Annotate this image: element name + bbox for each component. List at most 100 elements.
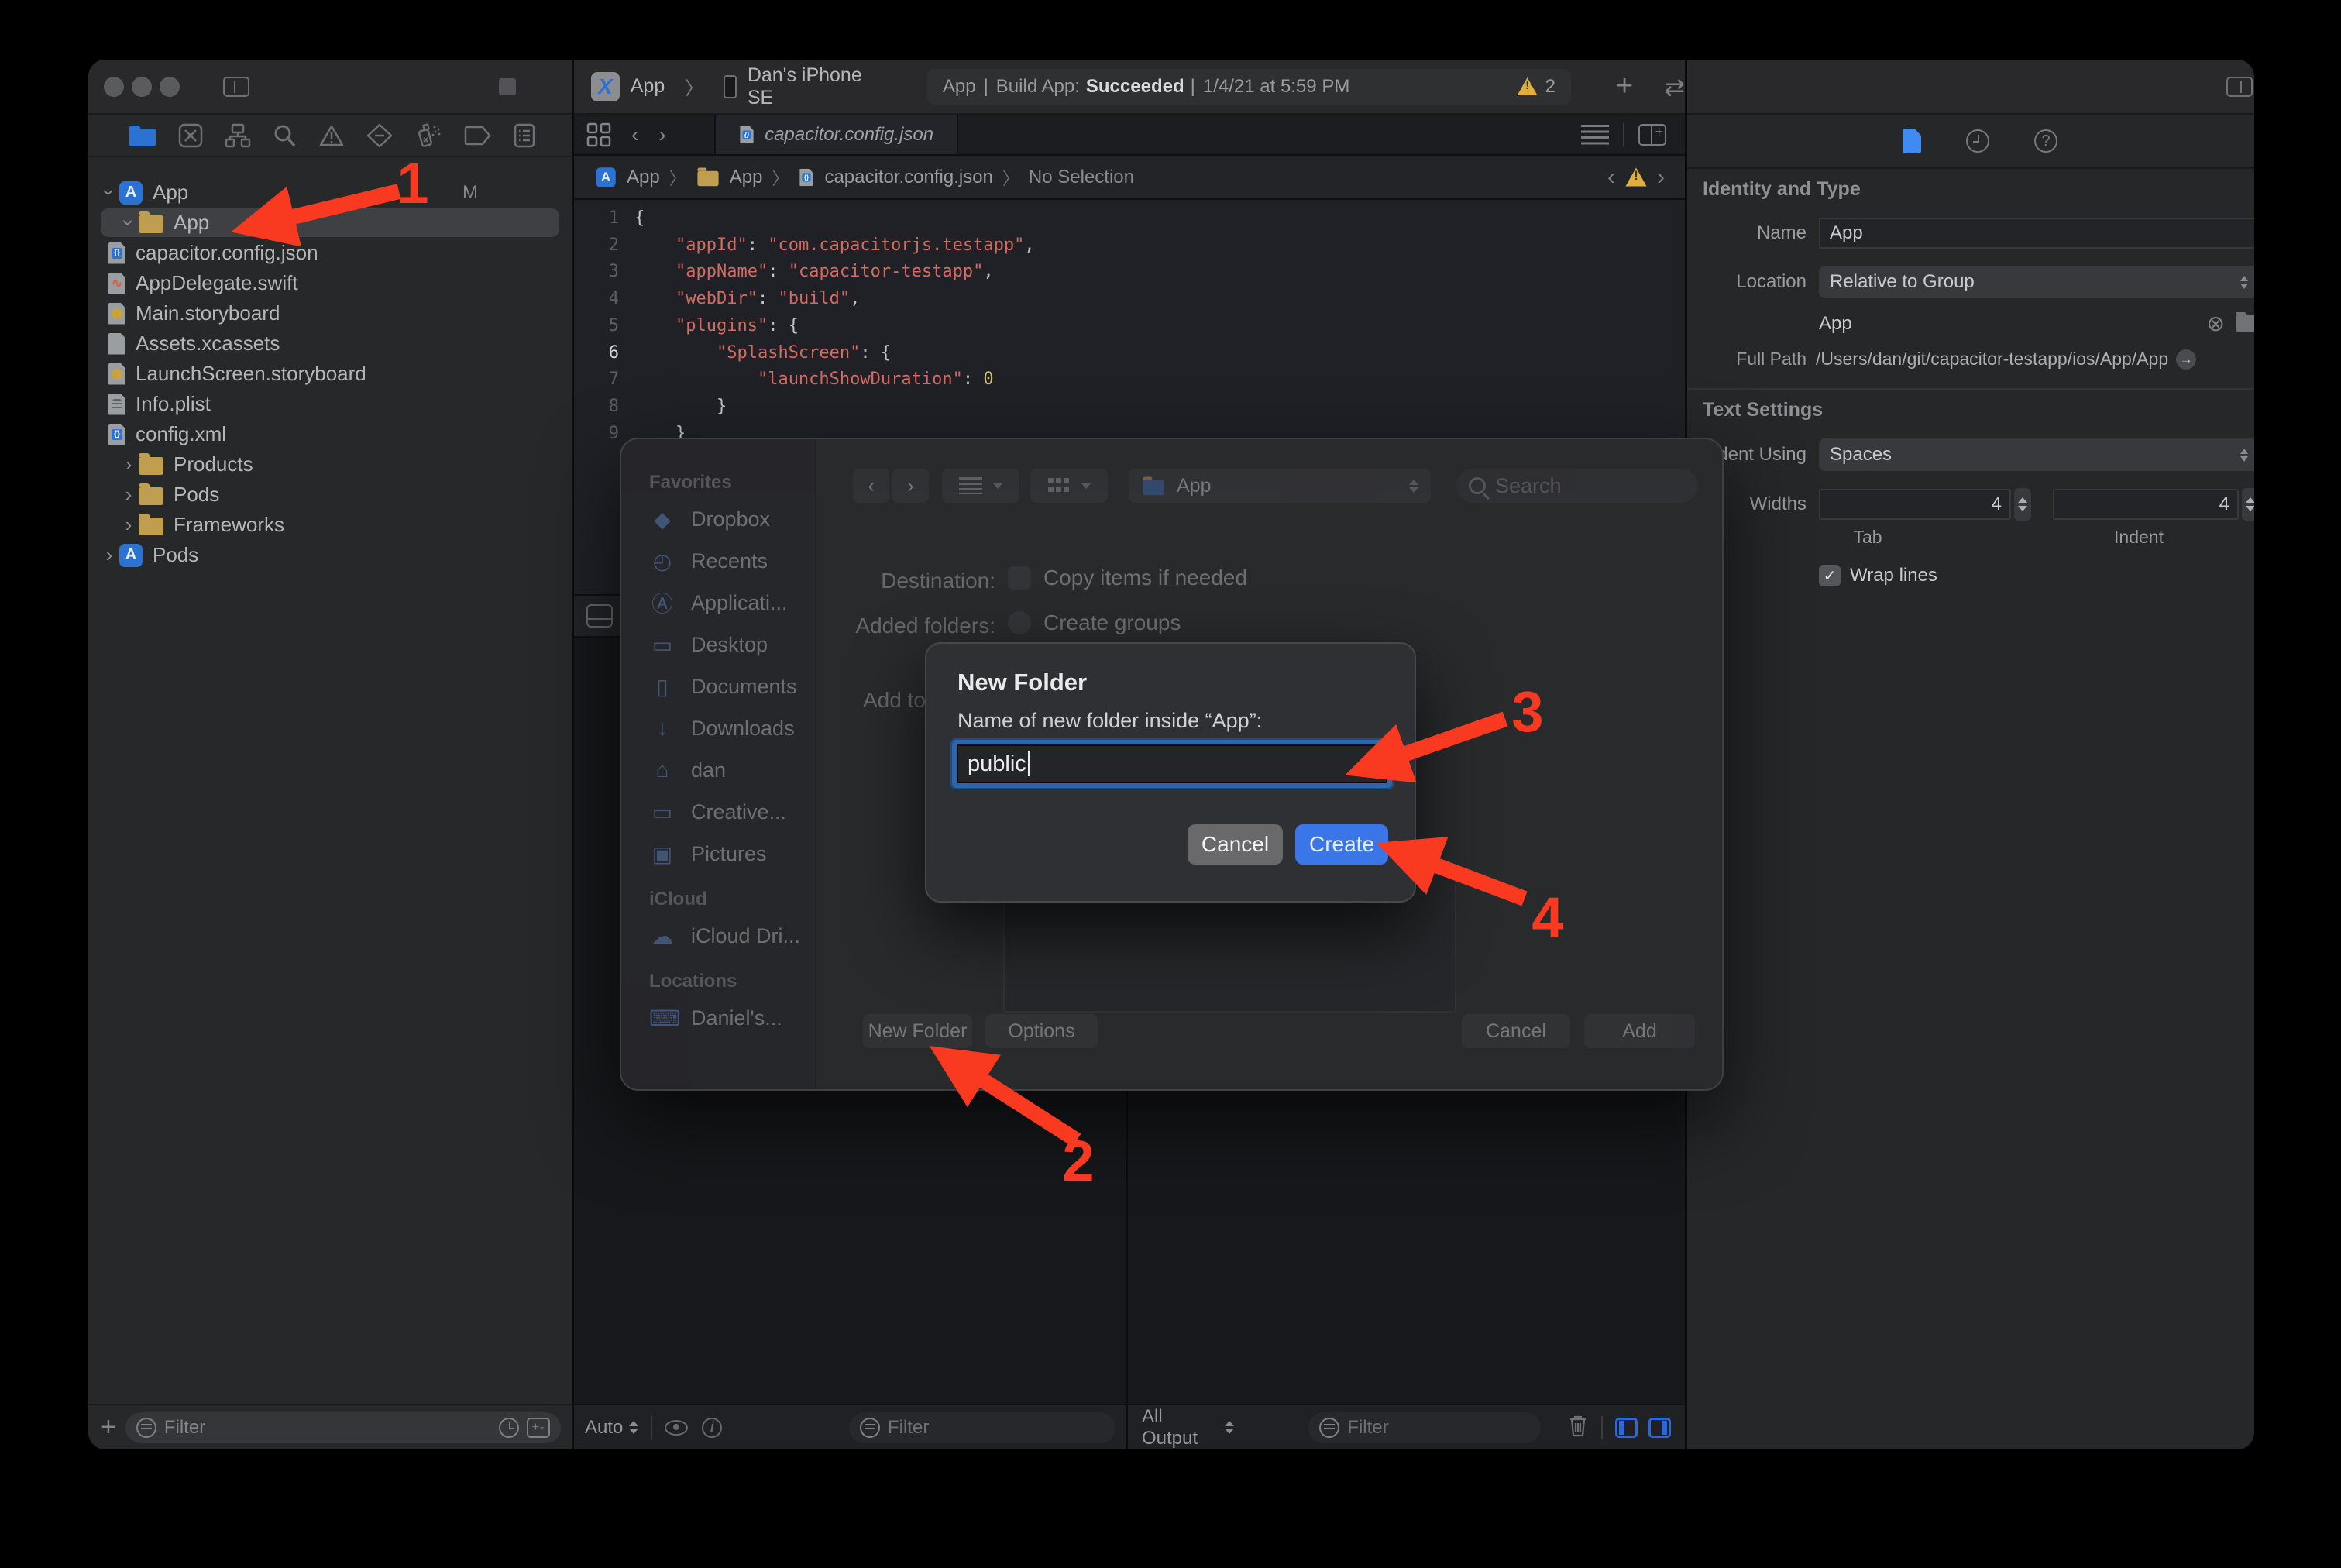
tree-item-pods[interactable]: ›APods bbox=[88, 540, 572, 570]
next-issue-icon[interactable]: › bbox=[1657, 164, 1665, 191]
name-field[interactable]: App bbox=[1819, 218, 2254, 249]
library-button[interactable]: + bbox=[1616, 70, 1633, 103]
minimize-window-button[interactable] bbox=[132, 77, 152, 97]
search-field[interactable]: Search bbox=[1456, 469, 1698, 503]
help-inspector-icon[interactable]: ? bbox=[2034, 129, 2057, 153]
toggle-inspector-icon[interactable] bbox=[2226, 77, 2253, 97]
navigator-filter-field[interactable]: Filter +- bbox=[125, 1412, 561, 1443]
tree-item-capacitor-config-json[interactable]: {}capacitor.config.json bbox=[88, 238, 572, 268]
warning-count[interactable]: 2 bbox=[1545, 76, 1556, 98]
previous-issue-icon[interactable]: ‹ bbox=[1607, 164, 1615, 191]
location-select[interactable]: Relative to Group bbox=[1819, 266, 2254, 298]
wrap-lines-checkbox[interactable]: ✓ bbox=[1819, 565, 1841, 586]
sidebar-item-applicati-[interactable]: ⒶApplicati... bbox=[621, 582, 815, 624]
indent-width-stepper[interactable] bbox=[2242, 488, 2254, 521]
copy-items-checkbox[interactable] bbox=[1008, 566, 1031, 590]
disclosure-chevron-icon[interactable]: › bbox=[117, 213, 141, 233]
sidebar-item-icloud-dri-[interactable]: ☁iCloud Dri... bbox=[621, 915, 815, 957]
sidebar-item-downloads[interactable]: ↓Downloads bbox=[621, 707, 815, 749]
create-button[interactable]: Create bbox=[1295, 824, 1388, 865]
breadcrumb-file[interactable]: capacitor.config.json bbox=[824, 167, 992, 188]
adjust-editor-icon[interactable] bbox=[1581, 125, 1609, 145]
variables-filter-field[interactable]: Filter bbox=[849, 1412, 1115, 1443]
sidebar-item-creative-[interactable]: ▭Creative... bbox=[621, 791, 815, 833]
tree-item-pods[interactable]: ›Pods bbox=[88, 480, 572, 510]
list-view-button[interactable] bbox=[942, 469, 1019, 503]
stop-button[interactable] bbox=[499, 78, 516, 95]
cancel-button[interactable]: Cancel bbox=[1188, 824, 1283, 865]
tab-width-field[interactable]: 4 bbox=[1819, 489, 2011, 520]
console-filter-field[interactable]: Filter bbox=[1308, 1412, 1541, 1443]
choose-folder-icon[interactable] bbox=[2236, 315, 2254, 332]
warning-icon[interactable] bbox=[1625, 167, 1646, 186]
current-folder-select[interactable]: App bbox=[1129, 469, 1431, 503]
project-navigator-icon[interactable] bbox=[129, 124, 156, 147]
create-groups-option[interactable]: Create groups bbox=[1008, 610, 1181, 635]
clear-console-icon[interactable] bbox=[1567, 1413, 1589, 1442]
back-button[interactable]: ‹ bbox=[853, 469, 889, 503]
add-file-button[interactable]: + bbox=[101, 1412, 116, 1442]
source-control-status-icon[interactable]: +- bbox=[527, 1418, 550, 1438]
disclosure-chevron-icon[interactable]: › bbox=[119, 513, 139, 537]
tree-item-info-plist[interactable]: Info.plist bbox=[88, 389, 572, 419]
reveal-in-finder-icon[interactable]: → bbox=[2176, 349, 2196, 370]
options-button[interactable]: Options bbox=[985, 1014, 1098, 1048]
disclosure-chevron-icon[interactable]: › bbox=[119, 483, 139, 507]
debug-navigator-icon[interactable] bbox=[414, 122, 442, 149]
folder-name-input[interactable]: public bbox=[957, 744, 1387, 783]
tab-width-stepper[interactable] bbox=[2014, 488, 2031, 521]
tree-item-launchscreen-storyboard[interactable]: LaunchScreen.storyboard bbox=[88, 359, 572, 389]
sidebar-item-dan[interactable]: ⌂dan bbox=[621, 749, 815, 791]
sidebar-item-desktop[interactable]: ▭Desktop bbox=[621, 624, 815, 665]
info-icon[interactable]: i bbox=[702, 1418, 722, 1438]
close-window-button[interactable] bbox=[104, 77, 124, 97]
version-editor-icon[interactable]: ⇄ bbox=[1664, 72, 1685, 101]
run-destination[interactable]: Dan's iPhone SE bbox=[748, 64, 889, 109]
source-control-navigator-icon[interactable] bbox=[178, 123, 203, 148]
forward-icon[interactable]: › bbox=[658, 122, 665, 147]
tree-item-app[interactable]: ›App bbox=[88, 208, 572, 238]
test-navigator-icon[interactable] bbox=[366, 123, 393, 148]
tree-item-app[interactable]: ›AAppM bbox=[88, 177, 572, 208]
back-icon[interactable]: ‹ bbox=[631, 122, 638, 147]
recent-files-icon[interactable] bbox=[499, 1418, 519, 1438]
warning-icon[interactable] bbox=[1518, 77, 1538, 95]
icon-view-button[interactable] bbox=[1030, 469, 1108, 503]
copy-items-option[interactable]: Copy items if needed bbox=[1008, 566, 1247, 590]
related-items-icon[interactable] bbox=[586, 122, 611, 147]
report-navigator-icon[interactable] bbox=[513, 123, 536, 148]
tree-item-frameworks[interactable]: ›Frameworks bbox=[88, 510, 572, 540]
issue-navigator-icon[interactable] bbox=[318, 124, 345, 147]
scheme-name[interactable]: App bbox=[631, 75, 665, 98]
add-editor-icon[interactable] bbox=[1638, 124, 1666, 146]
variables-scope-select[interactable]: Auto bbox=[585, 1417, 638, 1439]
breadcrumb-selection[interactable]: No Selection bbox=[1029, 167, 1134, 188]
breadcrumb-project[interactable]: App bbox=[627, 167, 660, 188]
symbol-navigator-icon[interactable] bbox=[225, 123, 251, 148]
tree-item-assets-xcassets[interactable]: Assets.xcassets bbox=[88, 328, 572, 359]
file-inspector-icon[interactable] bbox=[1903, 129, 1921, 153]
breakpoint-navigator-icon[interactable] bbox=[463, 125, 491, 146]
tree-item-appdelegate-swift[interactable]: ∿AppDelegate.swift bbox=[88, 268, 572, 298]
cancel-button[interactable]: Cancel bbox=[1462, 1014, 1570, 1048]
disclosure-chevron-icon[interactable]: › bbox=[98, 183, 122, 203]
sidebar-item-recents[interactable]: ◴Recents bbox=[621, 540, 815, 582]
disclosure-chevron-icon[interactable]: › bbox=[119, 452, 139, 476]
tree-item-products[interactable]: ›Products bbox=[88, 449, 572, 480]
history-inspector-icon[interactable] bbox=[1966, 129, 1989, 153]
create-groups-radio[interactable] bbox=[1008, 611, 1031, 634]
toggle-navigator-icon[interactable] bbox=[223, 77, 249, 97]
clear-location-icon[interactable]: ⊗ bbox=[2207, 311, 2225, 336]
find-navigator-icon[interactable] bbox=[272, 123, 297, 148]
sidebar-item-documents[interactable]: ▯Documents bbox=[621, 665, 815, 707]
breadcrumb-group[interactable]: App bbox=[730, 167, 763, 188]
toggle-variables-view-icon[interactable] bbox=[1615, 1418, 1638, 1438]
toggle-console-icon[interactable] bbox=[1648, 1418, 1671, 1438]
tree-item-config-xml[interactable]: {}config.xml bbox=[88, 419, 572, 449]
indent-using-select[interactable]: Spaces bbox=[1819, 438, 2254, 471]
quick-look-icon[interactable] bbox=[665, 1420, 688, 1436]
zoom-window-button[interactable] bbox=[160, 77, 180, 97]
new-folder-button[interactable]: New Folder bbox=[863, 1014, 972, 1048]
sidebar-item-pictures[interactable]: ▣Pictures bbox=[621, 833, 815, 875]
forward-button[interactable]: › bbox=[892, 469, 929, 503]
